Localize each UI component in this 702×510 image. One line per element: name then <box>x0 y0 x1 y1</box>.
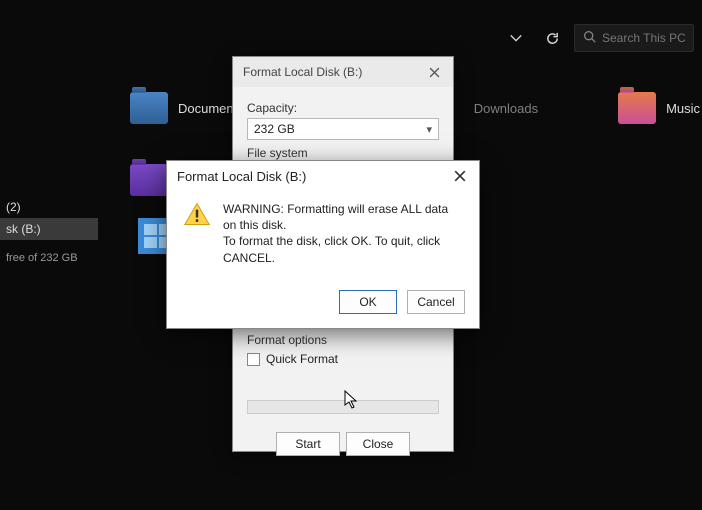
folder-label: Music <box>666 101 700 116</box>
sidebar-free-space: free of 232 GB <box>0 252 98 264</box>
close-icon[interactable] <box>451 167 469 185</box>
search-icon <box>583 30 596 46</box>
close-button[interactable]: Close <box>346 432 410 456</box>
quick-format-label: Quick Format <box>266 352 338 366</box>
warning-text: WARNING: Formatting will erase ALL data … <box>223 201 463 266</box>
folder-icon <box>130 164 168 196</box>
capacity-value: 232 GB <box>254 122 295 136</box>
start-button[interactable]: Start <box>276 432 340 456</box>
folder-downloads[interactable]: Downloads <box>474 92 538 124</box>
sidebar-count: (2) <box>0 196 98 218</box>
chevron-down-icon[interactable] <box>502 24 530 52</box>
sidebar: (2) sk (B:) free of 232 GB <box>0 196 98 264</box>
search-input[interactable] <box>574 24 694 52</box>
ok-button[interactable]: OK <box>339 290 397 314</box>
sidebar-item-drive-b[interactable]: sk (B:) <box>0 218 98 240</box>
cancel-button[interactable]: Cancel <box>407 290 465 314</box>
warning-line-1: WARNING: Formatting will erase ALL data … <box>223 201 463 233</box>
confirm-dialog: Format Local Disk (B:) WARNING: Formatti… <box>166 160 480 329</box>
format-dialog-titlebar: Format Local Disk (B:) <box>233 57 453 87</box>
filesystem-label: File system <box>247 146 439 160</box>
folder-icon <box>130 92 168 124</box>
quick-format-checkbox[interactable] <box>247 353 260 366</box>
warning-line-2: To format the disk, click OK. To quit, c… <box>223 233 463 265</box>
format-progress-bar <box>247 400 439 414</box>
chevron-down-icon: ▾ <box>426 123 432 136</box>
confirm-dialog-title: Format Local Disk (B:) <box>177 169 306 184</box>
refresh-icon[interactable] <box>538 24 566 52</box>
confirm-dialog-titlebar: Format Local Disk (B:) <box>167 161 479 191</box>
capacity-select[interactable]: 232 GB ▾ <box>247 118 439 140</box>
format-dialog-title: Format Local Disk (B:) <box>243 65 362 79</box>
folder-icon <box>618 92 656 124</box>
close-icon[interactable] <box>425 63 443 81</box>
folder-documents[interactable]: Documents <box>130 92 244 124</box>
format-options-label: Format options <box>247 333 439 347</box>
folder-label: Downloads <box>474 101 538 116</box>
folder-music[interactable]: Music <box>618 92 700 124</box>
search-field[interactable] <box>602 31 685 45</box>
warning-icon <box>183 201 211 227</box>
capacity-label: Capacity: <box>247 101 439 115</box>
